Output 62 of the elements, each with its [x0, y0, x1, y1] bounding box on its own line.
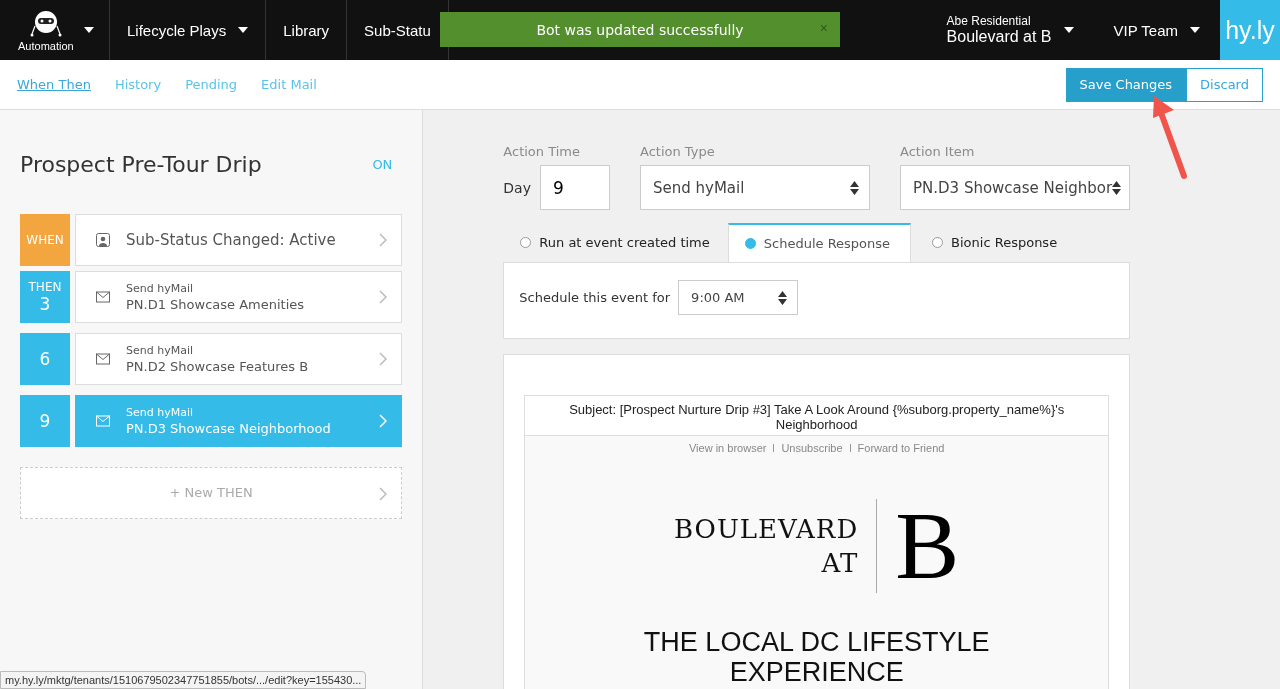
- radio-tab[interactable]: Bionic Response: [911, 223, 1076, 262]
- step-card[interactable]: Send hyMail PN.D2 Showcase Features B: [75, 332, 403, 385]
- chevron-right-icon: [379, 232, 388, 247]
- up-down-arrows-icon: [850, 180, 859, 195]
- day-number: 9: [39, 410, 51, 431]
- action-type: Send hyMail: [126, 343, 195, 357]
- app-label: Automation: [18, 40, 74, 52]
- radio-button[interactable]: [520, 237, 532, 248]
- person-frame-icon: [96, 232, 110, 247]
- email-subject: Subject: [Prospect Nurture Drip #3] Take A Look Around {%suborg.property_name%}'s Neighborhood: [525, 396, 1108, 436]
- arrow-icon: [1150, 96, 1190, 180]
- up-down-arrows-icon: [1112, 180, 1122, 195]
- badge-label: WHEN: [26, 232, 64, 247]
- brand-logo-text: AT: [821, 547, 859, 580]
- brand-logo-text: BOULEVARD: [674, 513, 859, 546]
- time-select[interactable]: 9:00 AM: [678, 280, 799, 315]
- email-headline: THE LOCAL DC LIFESTYLE EXPERIENCE: [642, 627, 991, 687]
- envelope-icon: [96, 289, 110, 304]
- action-type: Send hyMail: [126, 281, 195, 295]
- step-name: PN.D1 Showcase Amenities: [126, 296, 306, 312]
- new-then-label: + New THEN: [169, 485, 253, 500]
- envelope-icon: [96, 351, 110, 366]
- chevron-right-icon: [379, 413, 388, 428]
- action-type: Send hyMail: [126, 405, 195, 419]
- radio-button[interactable]: [932, 237, 944, 248]
- toast-message: Bot was updated successfully: [536, 21, 744, 38]
- caret-icon: [83, 27, 94, 33]
- bot-title: Prospect Pre-Tour Drip: [20, 152, 262, 178]
- badge-label: THEN: [28, 279, 62, 294]
- step-name: Sub-Status Changed: Active: [126, 230, 337, 249]
- property-selector[interactable]: Abe Residential Boulevard at B: [924, 0, 1096, 60]
- field-label: Action Item: [900, 144, 976, 159]
- caret-icon: [1190, 27, 1200, 33]
- caret-icon: [1063, 27, 1074, 33]
- day-label: Day: [503, 179, 531, 196]
- chevron-right-icon: [379, 289, 388, 304]
- field-label: Action Time: [503, 144, 581, 159]
- envelope-icon: [96, 413, 110, 428]
- radio-tab[interactable]: Schedule Response: [727, 223, 912, 262]
- email-link[interactable]: Forward to Friend: [857, 442, 945, 454]
- step-card[interactable]: Send hyMail PN.D1 Showcase Amenities: [75, 270, 403, 323]
- status-url: my.hy.ly/mktg/tenants/1510679502347751855/bots/.../edit?key=155430...: [0, 671, 367, 689]
- action-item-select[interactable]: PN.D3 Showcase Neighbor: [900, 165, 1130, 210]
- property-name: Boulevard at B: [946, 28, 1052, 46]
- email-link[interactable]: View in browser: [688, 442, 767, 454]
- step-name: PN.D2 Showcase Features B: [126, 358, 310, 374]
- action-type-select[interactable]: Send hyMail: [640, 165, 870, 210]
- schedule-label: Schedule this event for: [519, 290, 671, 305]
- company-name: Abe Residential: [946, 14, 1032, 28]
- radio-tab[interactable]: Run at event created time: [519, 223, 728, 262]
- step-name: PN.D3 Showcase Neighborhood: [126, 420, 332, 436]
- up-down-arrows-icon: [778, 290, 788, 305]
- step-card[interactable]: Sub-Status Changed: Active: [75, 213, 403, 266]
- day-number: 3: [39, 293, 51, 314]
- brand-logo-letter: B: [895, 501, 960, 591]
- chevron-right-icon: [379, 486, 388, 501]
- chevron-right-icon: [379, 351, 388, 366]
- day-number: 6: [39, 348, 51, 369]
- radio-button[interactable]: [744, 238, 756, 249]
- day-input[interactable]: 9: [540, 165, 610, 210]
- team-selector[interactable]: VIP Team: [1095, 0, 1220, 60]
- field-label: Action Type: [640, 144, 716, 159]
